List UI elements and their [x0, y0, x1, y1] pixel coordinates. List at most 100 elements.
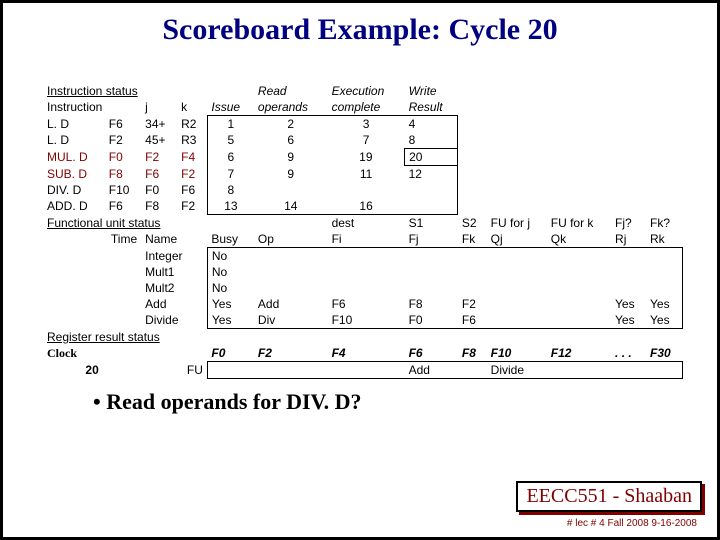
- instr-k: F4: [177, 149, 207, 166]
- fu-fj: [405, 248, 458, 265]
- fu-status-label: Functional unit status: [43, 215, 207, 232]
- instr-op: SUB. D: [43, 166, 105, 183]
- instr-read: 6: [254, 132, 328, 149]
- instr-write: [405, 198, 458, 215]
- instr-j: 45+: [141, 132, 177, 149]
- reg-col: F2: [254, 345, 328, 362]
- instr-write: 12: [405, 166, 458, 183]
- instr-exec: 7: [328, 132, 405, 149]
- instr-exec: 19: [328, 149, 405, 166]
- reg-val: [328, 362, 405, 379]
- instr-issue: 7: [207, 166, 254, 183]
- clock-label: Clock: [43, 345, 141, 362]
- fu-rj: Yes: [611, 296, 646, 312]
- fu-hdr-fuk: FU for k: [547, 215, 611, 232]
- reg-val: [547, 362, 611, 379]
- fu-hdr-dest: dest: [328, 215, 405, 232]
- fu-op: Add: [254, 296, 328, 312]
- fu-hdr-fk: Fk: [458, 231, 487, 248]
- instr-issue: 8: [207, 182, 254, 198]
- bullet-question: • Read operands for DIV. D?: [93, 389, 683, 415]
- fu-hdr-s2: S2: [458, 215, 487, 232]
- hdr-result: Result: [405, 99, 458, 116]
- reg-val: [458, 362, 487, 379]
- instr-write: 20: [405, 149, 458, 166]
- fu-name: Mult1: [141, 264, 207, 280]
- fu-hdr-name: Name: [141, 231, 207, 248]
- instr-exec: [328, 182, 405, 198]
- hdr-execution: Execution: [328, 83, 405, 99]
- fu-fi: F10: [328, 312, 405, 329]
- fu-op: [254, 280, 328, 296]
- reg-val: Add: [405, 362, 458, 379]
- footer-subline: # lec # 4 Fall 2008 9-16-2008: [567, 518, 697, 529]
- instr-k: R3: [177, 132, 207, 149]
- instr-op: L. D: [43, 116, 105, 133]
- scoreboard-table: Instruction status Read Execution Write …: [43, 83, 683, 379]
- reg-col: F10: [487, 345, 547, 362]
- instr-dst: F0: [105, 149, 141, 166]
- fu-busy: Yes: [207, 312, 254, 329]
- instr-j: F8: [141, 198, 177, 215]
- hdr-j: j: [141, 99, 177, 116]
- reg-val: [611, 362, 646, 379]
- fu-rk: [646, 248, 682, 265]
- instr-write: 8: [405, 132, 458, 149]
- fu-rj: [611, 248, 646, 265]
- instr-op: MUL. D: [43, 149, 105, 166]
- fu-fk: [458, 248, 487, 265]
- instr-issue: 13: [207, 198, 254, 215]
- fu-fk: F2: [458, 296, 487, 312]
- reg-val: [254, 362, 328, 379]
- fu-hdr-rk: Rk: [646, 231, 682, 248]
- instr-issue: 1: [207, 116, 254, 133]
- reg-col: F30: [646, 345, 682, 362]
- reg-col: F4: [328, 345, 405, 362]
- fu-busy: No: [207, 264, 254, 280]
- instr-read: 9: [254, 166, 328, 183]
- fu-hdr-fuj: FU for j: [487, 215, 547, 232]
- fu-name: Integer: [141, 248, 207, 265]
- instr-j: F6: [141, 166, 177, 183]
- reg-val: [207, 362, 254, 379]
- instr-dst: F8: [105, 166, 141, 183]
- instr-j: F2: [141, 149, 177, 166]
- fu-fi: [328, 248, 405, 265]
- instr-dst: F6: [105, 198, 141, 215]
- fu-qk: [547, 296, 611, 312]
- fu-qk: [547, 280, 611, 296]
- instr-issue: 5: [207, 132, 254, 149]
- fu-rj: [611, 280, 646, 296]
- instr-op: DIV. D: [43, 182, 105, 198]
- fu-qj: [487, 264, 547, 280]
- reg-col: F12: [547, 345, 611, 362]
- fu-qk: [547, 264, 611, 280]
- fu-fj: F8: [405, 296, 458, 312]
- clock-value: 20: [43, 362, 141, 379]
- fu-qj: [487, 312, 547, 329]
- fu-op: Div: [254, 312, 328, 329]
- fu-hdr-time: Time: [43, 231, 141, 248]
- instr-op: L. D: [43, 132, 105, 149]
- fu-hdr-fi: Fi: [328, 231, 405, 248]
- fu-qk: [547, 248, 611, 265]
- fu-op: [254, 248, 328, 265]
- instr-issue: 6: [207, 149, 254, 166]
- fu-name: Add: [141, 296, 207, 312]
- fu-fj: [405, 264, 458, 280]
- fu-name: Mult2: [141, 280, 207, 296]
- page-title: Scoreboard Example: Cycle 20: [3, 13, 717, 47]
- fu-fj: [405, 280, 458, 296]
- instr-write: [405, 182, 458, 198]
- hdr-instruction: Instruction: [43, 99, 141, 116]
- hdr-operands: operands: [254, 99, 328, 116]
- reg-col: F6: [405, 345, 458, 362]
- reg-col: . . .: [611, 345, 646, 362]
- hdr-issue: Issue: [207, 99, 254, 116]
- fu-qk: [547, 312, 611, 329]
- fu-busy: Yes: [207, 296, 254, 312]
- fu-fi: [328, 280, 405, 296]
- hdr-complete: complete: [328, 99, 405, 116]
- fu-qj: [487, 296, 547, 312]
- fu-fk: [458, 280, 487, 296]
